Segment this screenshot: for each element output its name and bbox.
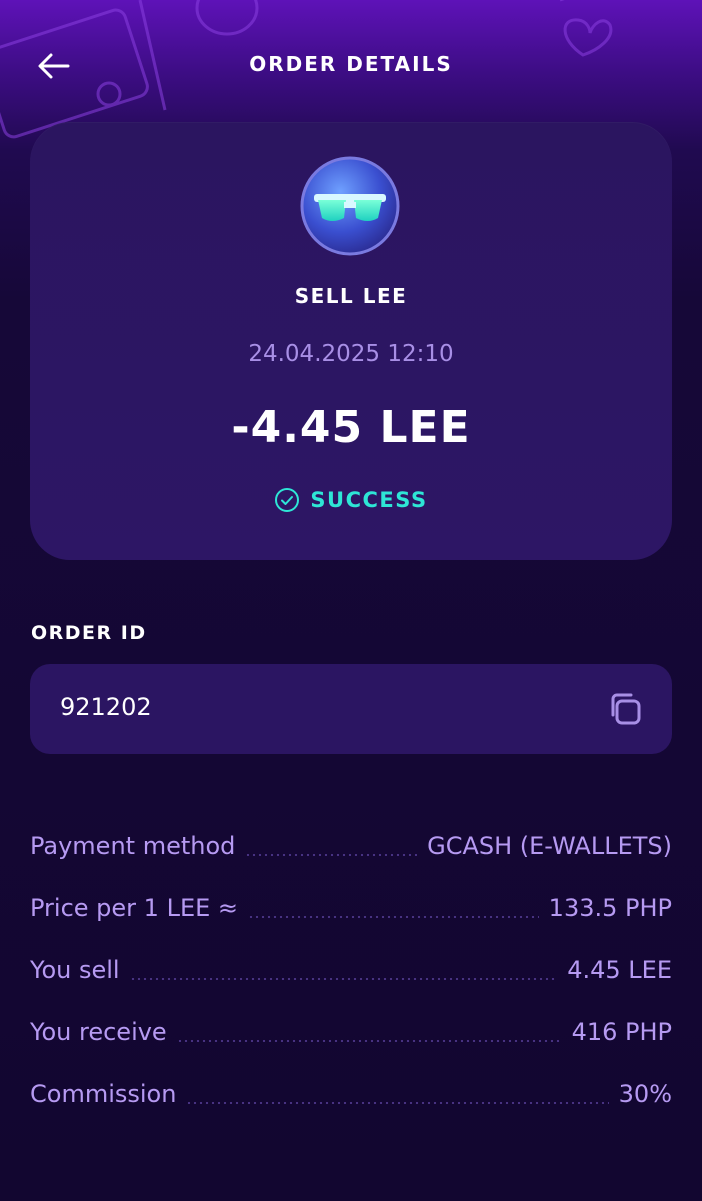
detail-row-payment-method: Payment method GCASH (E-WALLETS) <box>30 816 672 878</box>
detail-label: Commission <box>30 1080 177 1108</box>
app-header: ORDER DETAILS <box>0 30 702 102</box>
order-amount: -4.45 LEE <box>231 402 471 453</box>
detail-value: 133.5 PHP <box>548 894 672 922</box>
order-id-value: 921202 <box>60 693 152 721</box>
detail-value: 30% <box>618 1080 672 1108</box>
status-badge: SUCCESS <box>30 487 672 513</box>
detail-label: You sell <box>30 956 120 984</box>
order-details-list: Payment method GCASH (E-WALLETS) Price p… <box>30 816 672 1126</box>
detail-row-commission: Commission 30% <box>30 1064 672 1126</box>
detail-row-you-receive: You receive 416 PHP <box>30 1002 672 1064</box>
detail-row-you-sell: You sell 4.45 LEE <box>30 940 672 1002</box>
detail-value: GCASH (E-WALLETS) <box>427 832 672 860</box>
order-summary-card: SELL LEE 24.04.2025 12:10 -4.45 LEE SUCC… <box>30 122 672 560</box>
order-title: SELL LEE <box>294 284 408 308</box>
dotted-leader <box>245 854 418 856</box>
dotted-leader <box>176 1040 562 1042</box>
detail-label: You receive <box>30 1018 167 1046</box>
dotted-leader <box>186 1102 609 1104</box>
dotted-leader <box>248 916 539 918</box>
copy-icon <box>611 693 641 725</box>
status-text: SUCCESS <box>310 488 428 512</box>
order-datetime: 24.04.2025 12:10 <box>248 341 454 367</box>
detail-row-price: Price per 1 LEE ≈ 133.5 PHP <box>30 878 672 940</box>
detail-value: 4.45 LEE <box>567 956 672 984</box>
check-circle-icon <box>275 488 300 512</box>
order-id-label: ORDER ID <box>31 622 147 644</box>
page-title: ORDER DETAILS <box>249 52 453 76</box>
dotted-leader <box>129 978 558 980</box>
sunglasses-avatar-icon <box>300 156 400 256</box>
detail-label: Price per 1 LEE ≈ <box>30 894 239 922</box>
detail-value: 416 PHP <box>571 1018 672 1046</box>
copy-button[interactable] <box>602 686 648 732</box>
detail-label: Payment method <box>30 832 236 860</box>
order-id-field: 921202 <box>30 664 672 754</box>
